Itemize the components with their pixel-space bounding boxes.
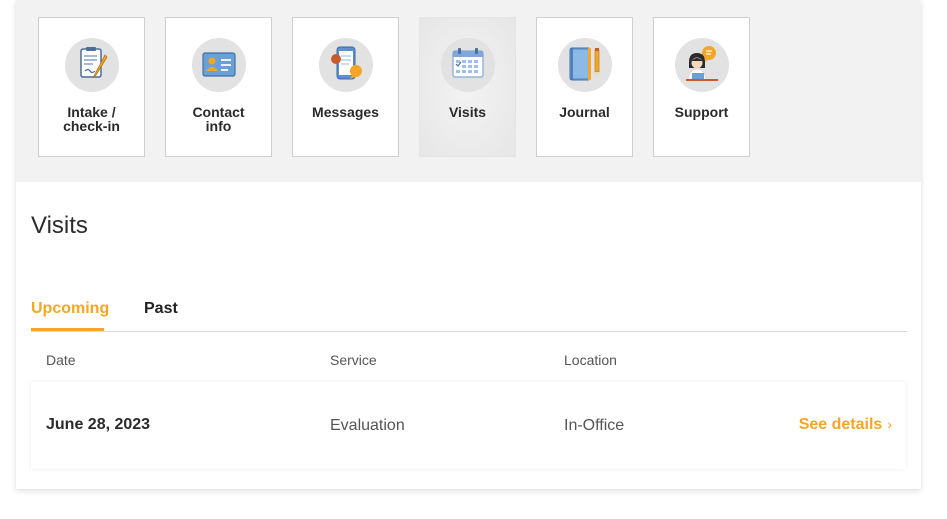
clipboard-pen-icon — [64, 38, 119, 92]
visit-tabs: Upcoming Past — [31, 296, 907, 332]
tile-label: Journal — [559, 104, 610, 120]
support-agent-icon — [674, 38, 729, 92]
notebook-icon — [557, 38, 612, 92]
visits-panel: Intake / check-in Contact info Messages … — [16, 0, 921, 489]
navigation-tiles-band: Intake / check-in Contact info Messages … — [16, 0, 921, 182]
tile-label: Visits — [448, 104, 487, 120]
tile-label: Contact info — [192, 104, 245, 134]
tab-past[interactable]: Past — [144, 300, 178, 331]
calendar-icon — [440, 38, 495, 92]
page-title: Visits — [31, 212, 88, 239]
visit-service: Evaluation — [330, 417, 405, 434]
tile-journal[interactable]: Journal — [536, 17, 633, 157]
phone-chat-icon — [318, 38, 373, 92]
tab-upcoming[interactable]: Upcoming — [31, 300, 109, 331]
column-header-location: Location — [564, 352, 617, 368]
tile-label: Intake / check-in — [63, 104, 120, 134]
tile-intake-check-in[interactable]: Intake / check-in — [38, 17, 145, 157]
tile-support[interactable]: Support — [653, 17, 750, 157]
chevron-right-icon: › — [887, 416, 892, 432]
visit-date: June 28, 2023 — [46, 416, 151, 433]
id-card-icon — [191, 38, 246, 92]
tile-label: Support — [674, 104, 729, 120]
table-row: June 28, 2023 Evaluation In-Office See d… — [31, 382, 906, 469]
column-header-service: Service — [330, 352, 377, 368]
see-details-label: See details — [798, 416, 883, 433]
tile-label: Messages — [312, 104, 379, 120]
tile-visits[interactable]: Visits — [419, 17, 516, 157]
visit-location: In-Office — [564, 417, 625, 434]
see-details-link[interactable]: See details › — [799, 416, 892, 434]
tile-messages[interactable]: Messages — [292, 17, 399, 157]
column-header-date: Date — [46, 352, 76, 368]
tile-contact-info[interactable]: Contact info — [165, 17, 272, 157]
